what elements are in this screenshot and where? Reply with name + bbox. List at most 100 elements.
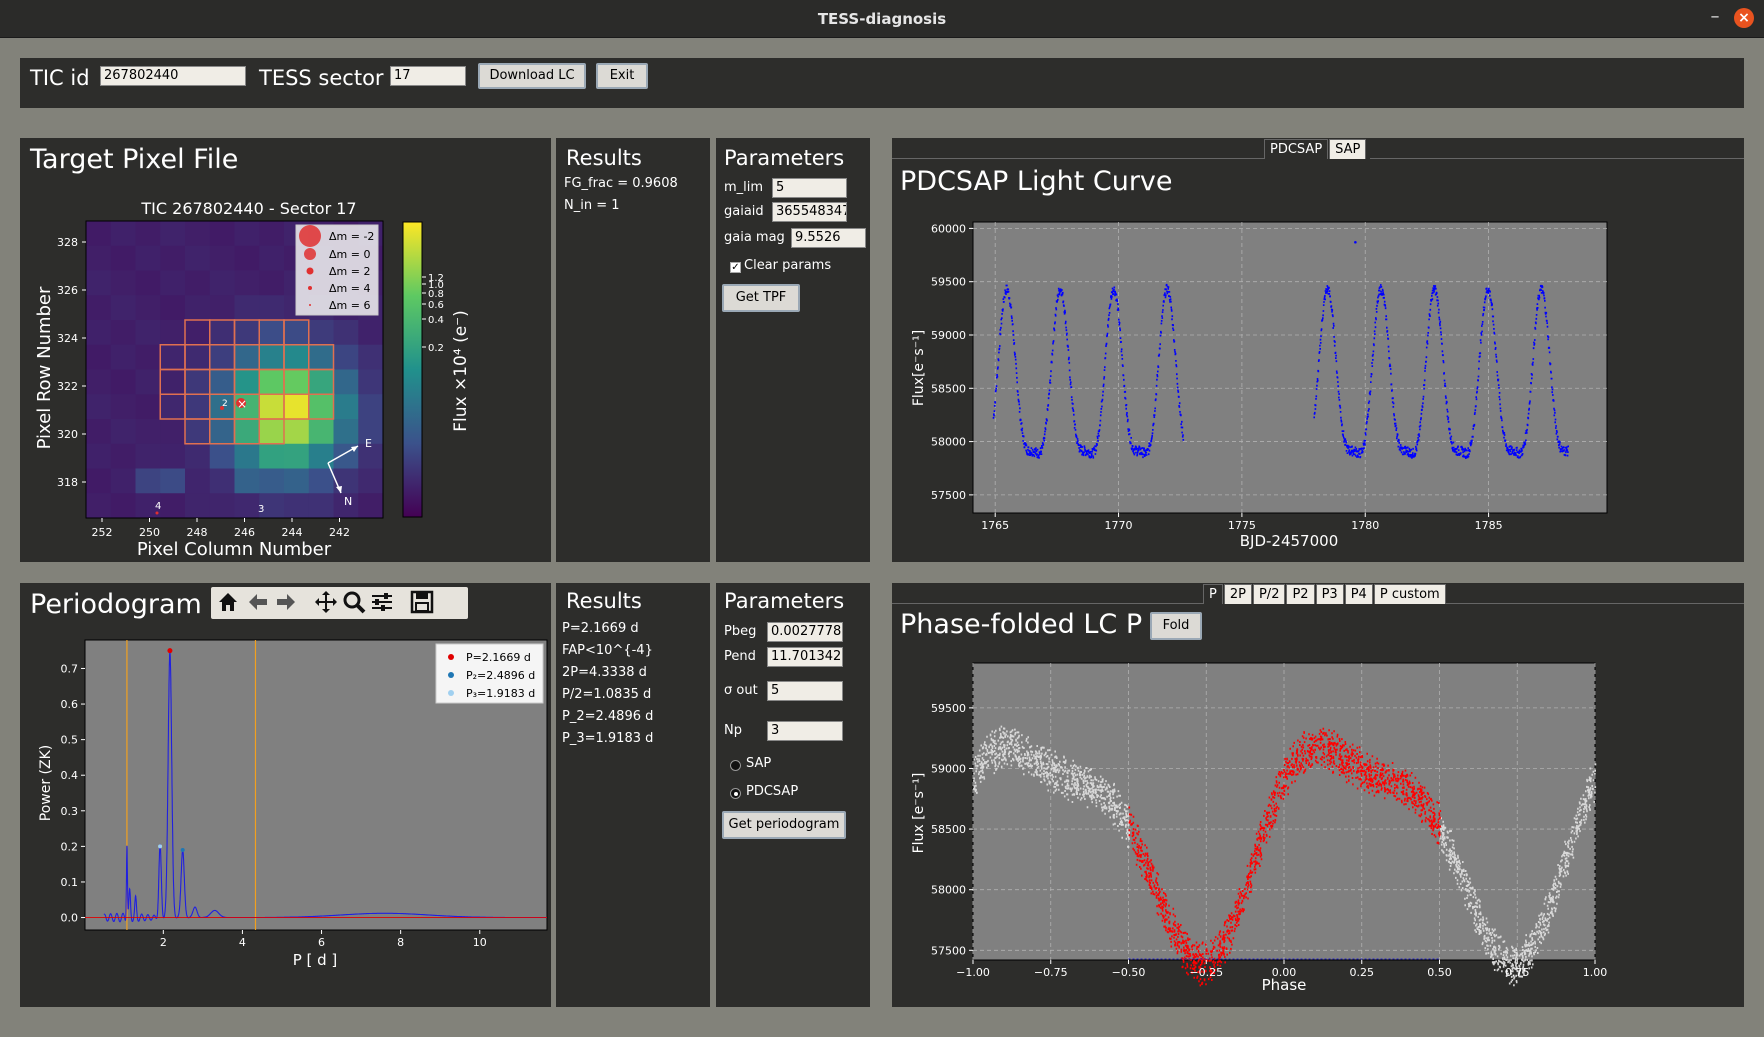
- tick-label: 326: [57, 284, 78, 297]
- tpf-pixel: [110, 245, 136, 271]
- tick-label: 10: [473, 936, 487, 949]
- tpf-pixel: [160, 295, 186, 321]
- tpf-pixel: [308, 394, 334, 420]
- tpf-pixel: [308, 369, 334, 395]
- mlim-input[interactable]: 5: [772, 178, 847, 198]
- tpf-pixel: [185, 344, 211, 370]
- result-line: FAP<10^{-4}: [562, 643, 653, 658]
- compass-n-label: N: [344, 495, 352, 508]
- gaiaid-input[interactable]: 3655483473: [772, 202, 847, 222]
- result-line: P=2.1669 d: [562, 621, 639, 636]
- close-button[interactable]: ×: [1734, 8, 1754, 28]
- result-line: FG_frac = 0.9608: [564, 176, 678, 191]
- top-panel: TIC id 267802440 TESS sector 17 Download…: [20, 58, 1744, 108]
- tick-label: 0.6: [61, 698, 79, 711]
- pend-input[interactable]: 11.70134208: [767, 647, 843, 667]
- tpf-pixel: [234, 468, 260, 494]
- tpf-pixel: [234, 245, 260, 271]
- tick-label: 324: [57, 332, 78, 345]
- np-input[interactable]: 3: [767, 721, 843, 741]
- tpf-legend-item: Δm = 0: [329, 248, 370, 261]
- phase-ylabel: Flux [e⁻s⁻¹]: [911, 773, 927, 854]
- colorbar: [402, 221, 423, 518]
- clear-params-checkbox[interactable]: ✓: [730, 262, 741, 273]
- tpf-pixel: [110, 394, 136, 420]
- tpf-pixel: [209, 245, 235, 271]
- tick-label: 1775: [1228, 519, 1256, 532]
- tpf-pixel: [110, 468, 136, 494]
- tick-label: 59000: [931, 762, 966, 775]
- download-lc-button[interactable]: Download LC: [478, 63, 586, 89]
- tpf-pixel: [110, 221, 136, 247]
- tick-label: −0.25: [1189, 966, 1223, 979]
- lc-ylabel: Flux[e⁻s⁻¹]: [911, 330, 927, 406]
- tpf-pixel: [86, 493, 112, 519]
- lc-y-ticks: 60000 59500 59000 58500 58000 57500: [931, 222, 973, 502]
- lc-x-ticks: 1765 1770 1775 1780 1785: [981, 513, 1503, 532]
- tick-label: 57500: [931, 489, 966, 502]
- tpf-pixel: [308, 419, 334, 445]
- colorbar-ticks: 1.21.00.80.60.40.2: [422, 273, 444, 354]
- clear-params-label: Clear params: [744, 258, 832, 273]
- get-tpf-button[interactable]: Get TPF: [722, 284, 800, 312]
- tick-label: 0.4: [428, 315, 444, 326]
- tick-label: 2: [160, 936, 167, 949]
- get-periodogram-button[interactable]: Get periodogram: [722, 811, 846, 839]
- tpf-pixel: [234, 270, 260, 296]
- result-line: P_2=2.4896 d: [562, 709, 654, 724]
- tpf-pixel: [110, 369, 136, 395]
- tick-label: 1780: [1351, 519, 1379, 532]
- tpf-pixel: [185, 320, 211, 346]
- tick-label: 58500: [931, 823, 966, 836]
- results-header: Results: [566, 589, 642, 613]
- tpf-pixel: [259, 394, 285, 420]
- tpf-ylabel: Pixel Row Number: [34, 286, 55, 449]
- tpf-pixel: [135, 394, 161, 420]
- tick-label: 0.75: [1505, 966, 1530, 979]
- tick-label: 252: [92, 526, 113, 539]
- tpf-pixel: [234, 369, 260, 395]
- tpf-pixel: [234, 320, 260, 346]
- gaiamag-input[interactable]: 9.5526: [791, 228, 866, 248]
- star-label: 3: [258, 504, 264, 515]
- sigma-input[interactable]: 5: [767, 681, 843, 701]
- tpf-pixel: [135, 419, 161, 445]
- tpf-pixel: [160, 320, 186, 346]
- tpf-y-ticks: 328 326 324 322 320 318: [57, 236, 86, 489]
- tick-label: 248: [187, 526, 208, 539]
- lc-panel: PDCSAP SAP PDCSAP Light Curve 1765 1770 17…: [892, 138, 1744, 562]
- minimize-button[interactable]: –: [1703, 6, 1727, 30]
- tpf-pixel: [284, 394, 310, 420]
- tpf-pixel: [86, 344, 112, 370]
- tpf-pixel: [209, 344, 235, 370]
- tpf-pixel: [209, 295, 235, 321]
- tpf-pixel: [209, 320, 235, 346]
- tpf-pixel: [284, 468, 310, 494]
- tpf-pixel: [185, 468, 211, 494]
- lc-xlabel: BJD-2457000: [1240, 532, 1338, 550]
- tick-label: −1.00: [956, 966, 990, 979]
- sector-input[interactable]: 17: [390, 66, 466, 86]
- sap-radio[interactable]: [730, 760, 741, 771]
- tick-label: 59500: [931, 276, 966, 289]
- pbeg-input[interactable]: 0.002777830: [767, 622, 843, 642]
- result-line: P/2=1.0835 d: [562, 687, 652, 702]
- exit-button[interactable]: Exit: [596, 63, 648, 89]
- tpf-pixel: [160, 369, 186, 395]
- tic-input[interactable]: 267802440: [100, 66, 246, 86]
- params-header: Parameters: [724, 589, 845, 613]
- tick-label: 57500: [931, 944, 966, 957]
- star-label: 2: [222, 399, 228, 409]
- tick-label: 58000: [931, 436, 966, 449]
- tpf-pixel: [333, 468, 359, 494]
- tpf-pixel: [284, 493, 310, 519]
- tick-label: 4: [239, 936, 246, 949]
- tpf-pixel: [86, 270, 112, 296]
- tpf-pixel: [185, 394, 211, 420]
- pdcsap-radio[interactable]: [730, 788, 741, 799]
- tpf-pixel: [308, 443, 334, 469]
- phase-xlabel: Phase: [1262, 976, 1307, 994]
- tpf-pixel: [160, 443, 186, 469]
- tpf-pixel: [86, 468, 112, 494]
- tick-label: 0.1: [61, 876, 79, 889]
